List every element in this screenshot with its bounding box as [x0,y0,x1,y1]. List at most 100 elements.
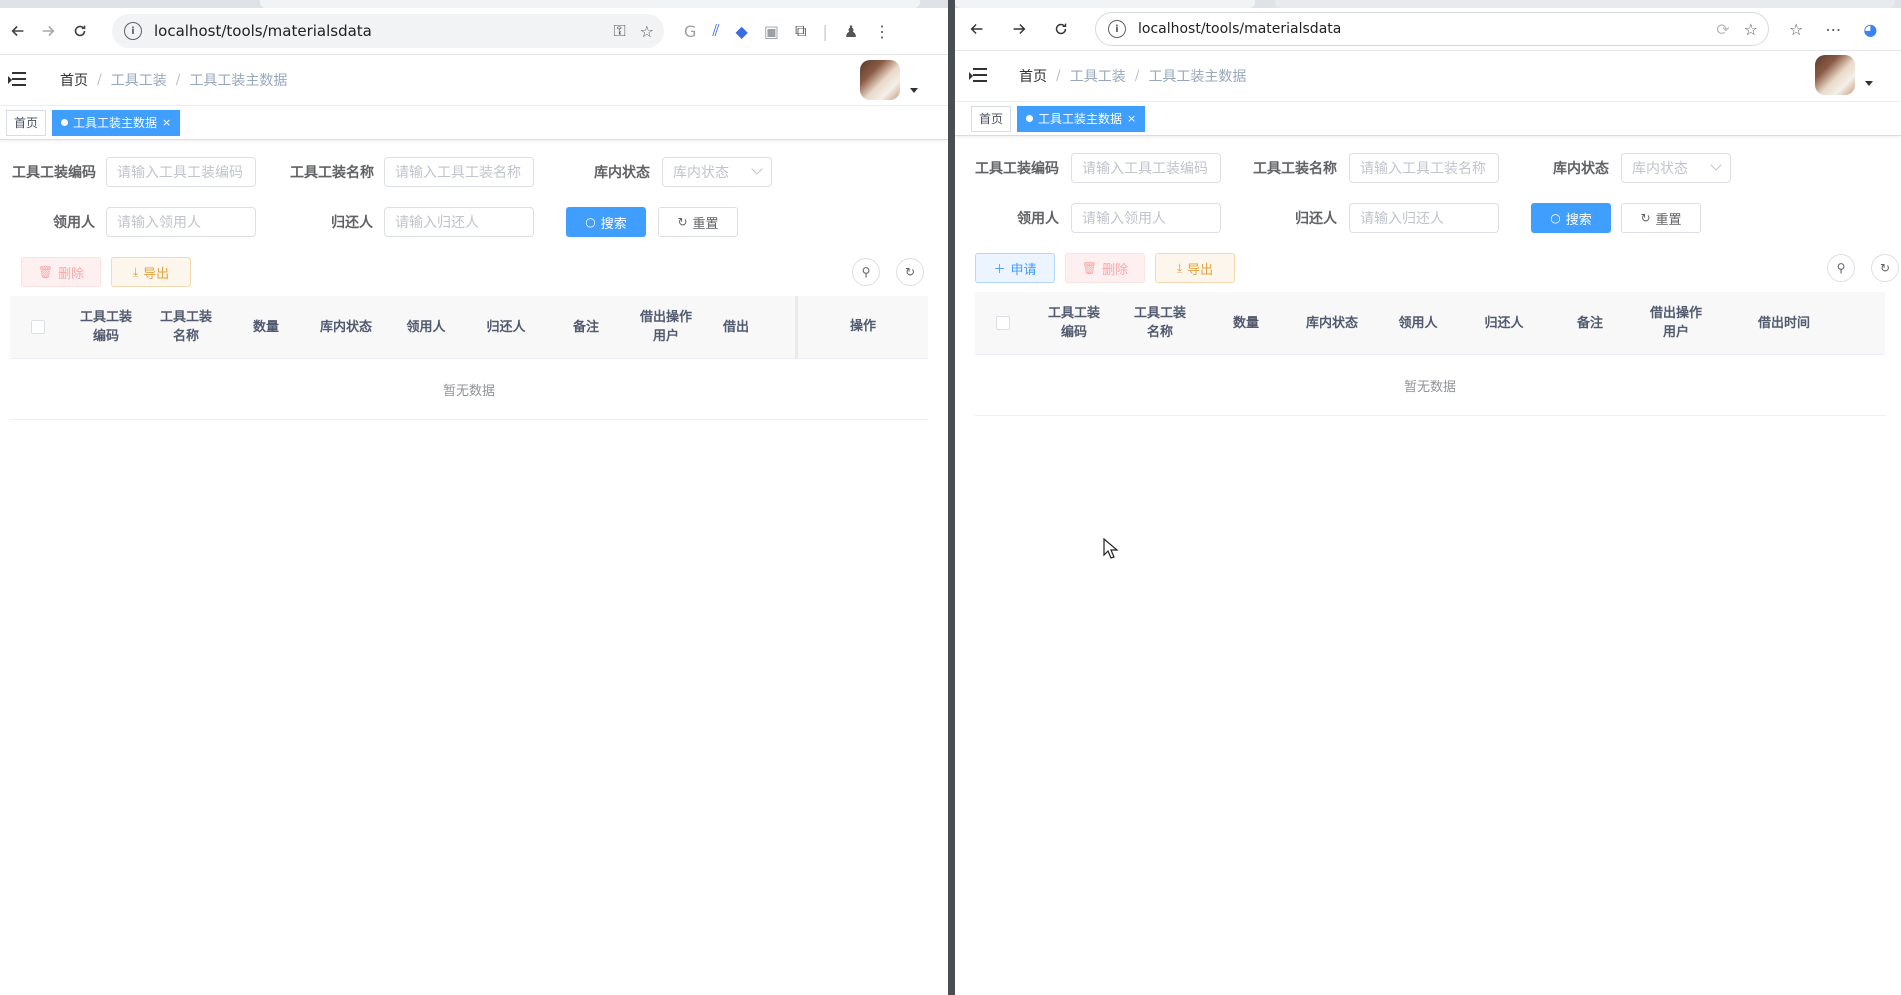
favorites-icon[interactable]: ☆ [1789,20,1803,39]
select-all-checkbox[interactable] [10,320,66,334]
delete-button-label: 删除 [1102,262,1129,278]
browser-tab-2[interactable] [1275,0,1895,8]
sidebar-toggle-icon[interactable] [969,68,989,84]
extension-g-icon[interactable]: G [684,22,696,41]
refresh-table-icon[interactable]: ↻ [896,258,924,286]
reset-button[interactable]: ↻ 重置 [658,207,738,237]
reload-icon[interactable] [62,13,98,49]
tag-home[interactable]: 首页 [971,105,1012,132]
browser-tab[interactable] [260,0,920,8]
borrower-input[interactable]: 请输入领用人 [1071,203,1221,233]
export-button-label: 导出 [143,266,170,282]
tag-close-icon[interactable]: × [162,116,171,129]
breadcrumb-tools[interactable]: 工具工装 [1070,66,1126,86]
export-button[interactable]: ⤓ 导出 [111,257,191,287]
tab-strip [955,0,1901,8]
returner-input[interactable]: 请输入归还人 [1349,203,1499,233]
site-info-icon[interactable]: i [1108,20,1126,38]
url-text: localhost/tools/materialsdata [1138,21,1342,37]
breadcrumb-tools[interactable]: 工具工装 [111,70,167,90]
select-all-checkbox[interactable] [975,316,1031,330]
delete-button[interactable]: 🗑 删除 [21,257,101,287]
bookmark-star-icon[interactable]: ☆ [1744,20,1758,39]
sidebar-toggle-icon[interactable] [8,72,28,88]
extension-cap-icon[interactable]: ◆ [736,22,748,41]
code-input[interactable]: 请输入工具工装编码 [1071,153,1221,183]
avatar[interactable] [860,60,900,100]
avatar-caret-icon[interactable] [910,88,918,93]
toggle-search-icon[interactable]: ⚲ [1827,254,1855,282]
menu-kebab-icon[interactable]: ⋮ [874,22,890,41]
breadcrumb-home[interactable]: 首页 [60,70,88,90]
name-input[interactable]: 请输入工具工装名称 [384,157,534,187]
name-input[interactable]: 请输入工具工装名称 [1349,153,1499,183]
reset-button-label: 重置 [1655,212,1682,228]
returner-label: 归还人 [1295,211,1337,227]
tag-home-label: 首页 [14,116,39,130]
column-header: 数量 [1232,315,1259,331]
back-icon[interactable] [959,11,995,47]
trash-icon: 🗑 [37,265,54,279]
refresh-icon: ↻ [1640,211,1651,225]
window-divider[interactable] [948,0,955,995]
avatar-caret-icon[interactable] [1865,81,1873,86]
name-label: 工具工装名称 [290,165,374,181]
reset-button[interactable]: ↻ 重置 [1621,203,1701,233]
breadcrumb: 首页 / 工具工装 / 工具工装主数据 [1019,66,1247,86]
refresh-table-icon[interactable]: ↻ [1871,254,1899,282]
column-header: 数量 [252,319,279,335]
breadcrumb-home[interactable]: 首页 [1019,66,1047,86]
toggle-search-icon[interactable]: ⚲ [852,258,880,286]
tag-active[interactable]: 工具工装主数据 × [52,109,181,136]
column-header: 库内状态 [319,319,372,335]
menu-dots-icon[interactable]: ⋯ [1825,20,1841,39]
status-select[interactable]: 库内状态 [662,157,772,187]
trash-icon: 🗑 [1081,261,1098,275]
borrower-label: 领用人 [1017,211,1059,227]
column-header-actions: 操作 [795,296,928,358]
returner-input[interactable]: 请输入归还人 [384,207,534,237]
address-bar[interactable]: i localhost/tools/materialsdata ⟳ ☆ [1095,12,1769,46]
tab-strip [0,0,948,8]
forward-icon[interactable] [1001,11,1037,47]
column-header: 工具工装 名称 [159,310,212,344]
avatar[interactable] [1815,55,1855,95]
export-button[interactable]: ⤓ 导出 [1155,253,1235,283]
data-table: 工具工装 编码 工具工装 名称 数量 库内状态 领用人 归还人 备注 借出操作 用户 借出时间 … [975,292,1885,416]
url-text: localhost/tools/materialsdata [154,22,372,40]
download-icon: ⤓ [1176,260,1183,275]
search-button[interactable]: ○ 搜索 [1531,203,1611,233]
extension-chart-icon[interactable]: ⫽ [712,21,719,41]
profile-icon[interactable]: ♟ [844,22,858,41]
delete-button-label: 删除 [58,266,85,282]
reset-button-label: 重置 [692,216,719,232]
data-table: 工具工装 编码 工具工装 名称 数量 库内状态 领用人 归还人 备注 借出操作 用户 借出 操作 … [10,296,928,420]
translate-icon[interactable]: ⟳ [1716,20,1729,39]
reload-icon[interactable] [1043,11,1079,47]
browser-tab[interactable] [955,0,1255,8]
returner-label: 归还人 [331,215,373,231]
search-button[interactable]: ○ 搜索 [566,207,646,237]
borrower-input[interactable]: 请输入领用人 [106,207,256,237]
column-header: 工具工装 名称 [1133,306,1186,340]
tags-view: 首页 工具工装主数据 × [955,102,1901,136]
export-button-label: 导出 [1187,262,1214,278]
copilot-icon[interactable]: ◕ [1863,20,1877,39]
tag-active[interactable]: 工具工装主数据 × [1017,105,1146,132]
address-bar[interactable]: i localhost/tools/materialsdata ⚿ ☆ [112,14,664,48]
main-content: 工具工装编码 请输入工具工装编码 工具工装名称 请输入工具工装名称 库内状态 库… [0,140,948,420]
bookmark-star-icon[interactable]: ☆ [640,22,654,41]
delete-button[interactable]: 🗑 删除 [1065,253,1145,283]
forward-icon[interactable] [30,13,66,49]
tag-close-icon[interactable]: × [1127,112,1136,125]
status-label: 库内状态 [594,165,650,181]
extension-robot-icon[interactable]: ▣ [764,22,779,41]
tag-home[interactable]: 首页 [6,109,47,136]
apply-button[interactable]: ＋ 申请 [975,253,1055,283]
password-key-icon[interactable]: ⚿ [613,21,625,41]
code-input[interactable]: 请输入工具工装编码 [106,157,256,187]
extensions-puzzle-icon[interactable]: ⧉ [795,21,806,41]
download-icon: ⤓ [132,264,139,279]
site-info-icon[interactable]: i [124,22,142,40]
status-select[interactable]: 库内状态 [1621,153,1731,183]
